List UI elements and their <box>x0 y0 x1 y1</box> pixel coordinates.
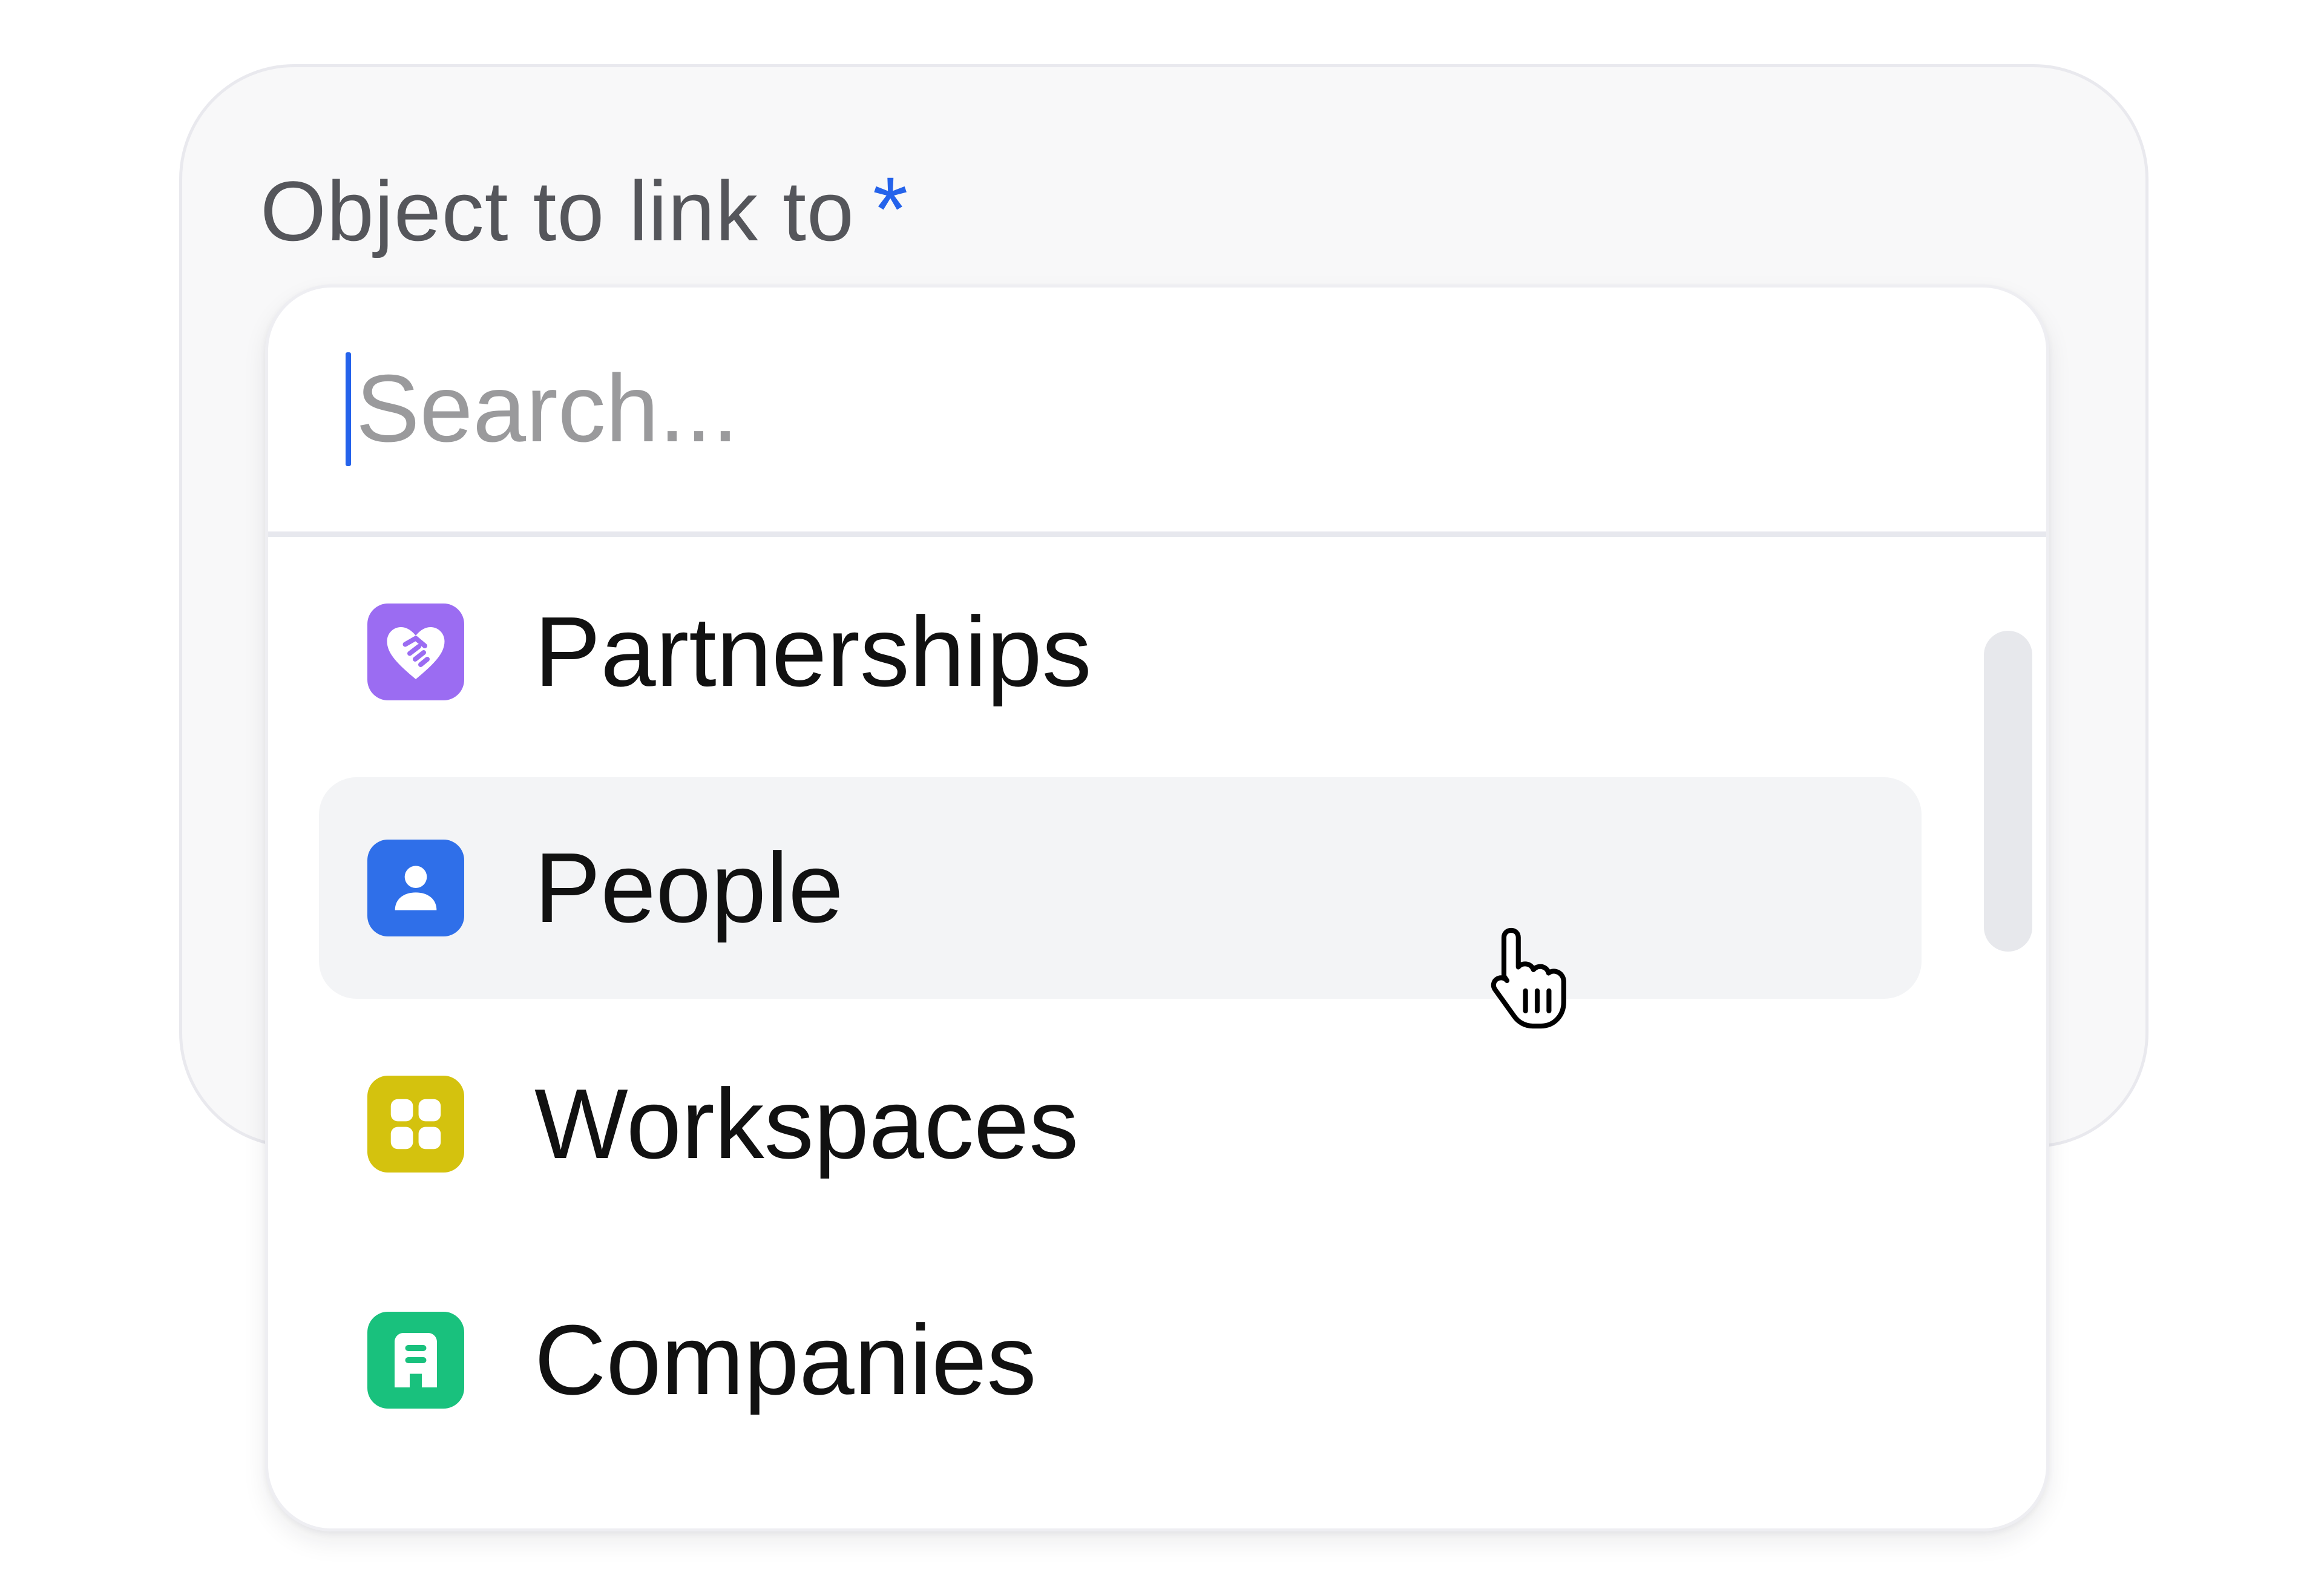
option-people[interactable]: People <box>319 777 1922 999</box>
grid-icon <box>367 1076 464 1173</box>
text-caret <box>346 352 351 466</box>
person-icon <box>367 840 464 936</box>
divider <box>268 531 2046 537</box>
option-label: People <box>534 832 844 943</box>
field-label-text: Object to link to <box>260 163 855 258</box>
option-companies[interactable]: Companies <box>319 1249 1922 1471</box>
field-label: Object to link to * <box>260 151 908 266</box>
heart-handshake-icon <box>367 604 464 700</box>
scrollbar-thumb[interactable] <box>1984 631 2032 952</box>
option-workspaces[interactable]: Workspaces <box>319 1013 1922 1235</box>
object-dropdown: Partnerships People Workspaces <box>265 285 2049 1531</box>
building-icon <box>367 1312 464 1409</box>
option-partnerships[interactable]: Partnerships <box>319 541 1922 763</box>
option-label: Workspaces <box>534 1068 1079 1179</box>
search-row <box>268 288 2046 533</box>
option-label: Companies <box>534 1304 1037 1415</box>
options-list: Partnerships People Workspaces Companies <box>268 537 2046 1528</box>
search-input[interactable] <box>356 342 1869 475</box>
hand-pointer-icon <box>1468 917 1589 1038</box>
option-label: Partnerships <box>534 596 1092 707</box>
required-marker: * <box>872 158 909 260</box>
